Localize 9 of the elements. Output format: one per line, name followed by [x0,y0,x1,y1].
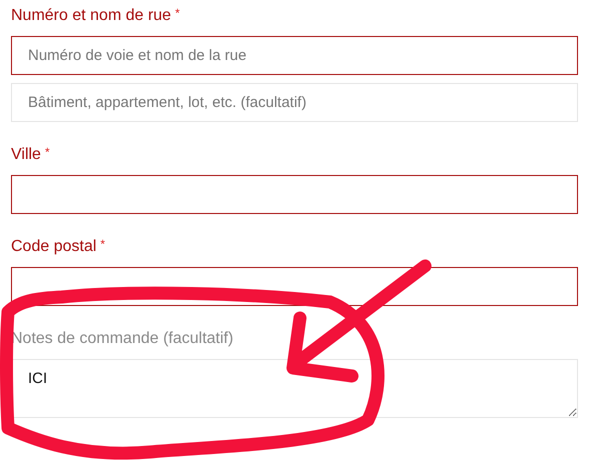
field-label: Numéro et nom de rue [11,7,172,25]
input-field[interactable] [11,175,578,214]
required-mark: * [175,6,180,20]
text-area[interactable]: ICI [11,359,578,418]
required-mark: * [44,145,50,159]
input-field[interactable]: Numéro de voie et nom de la rue [11,36,578,75]
field-label: Ville [11,146,41,164]
field-label: Code postal [11,238,96,256]
required-mark: * [100,237,106,251]
